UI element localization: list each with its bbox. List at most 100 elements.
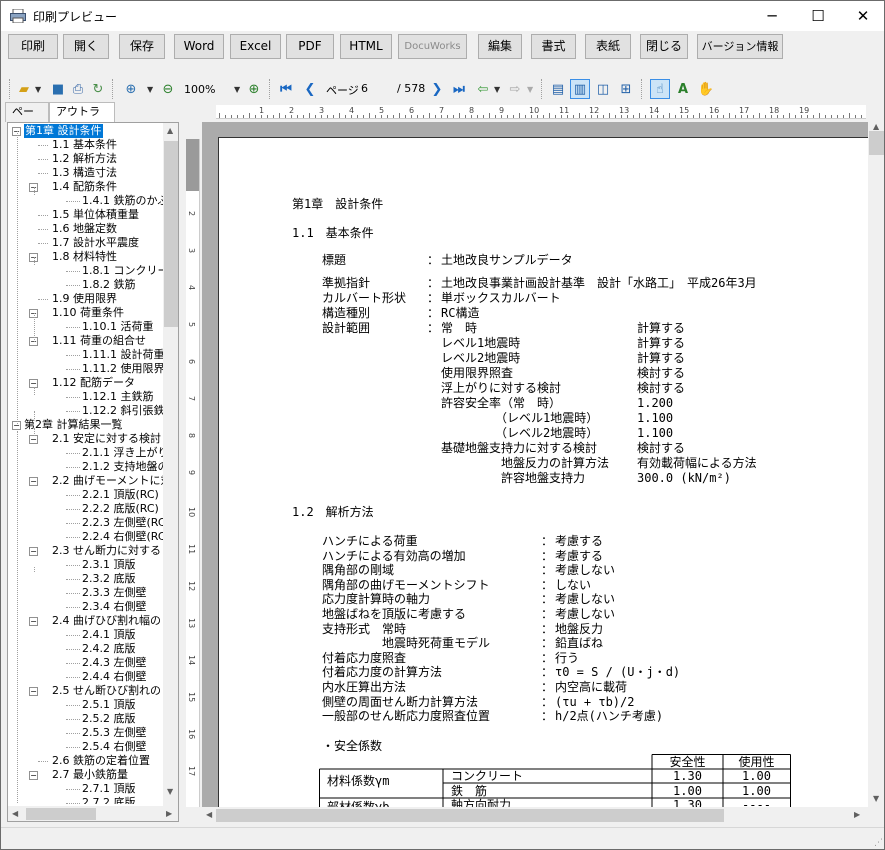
- outline-item[interactable]: 1.8.1 コンクリート: [82, 264, 163, 278]
- tab-page[interactable]: ページ: [5, 102, 49, 136]
- outline-vertical-scrollbar[interactable]: ▲ ▼: [163, 123, 178, 806]
- outline-item[interactable]: 1.4 配筋条件: [52, 180, 117, 194]
- outline-item[interactable]: 1.5 単位体積重量: [52, 208, 139, 222]
- outline-item[interactable]: 2.7 最小鉄筋量: [52, 768, 128, 782]
- outline-item[interactable]: 1.11.1 設計荷重: [82, 348, 163, 362]
- outline-item[interactable]: 2.7.1 頂版: [82, 782, 136, 796]
- four-page-view-icon[interactable]: ⊞: [617, 80, 635, 98]
- zoom-plus-icon[interactable]: ⊕: [245, 80, 263, 98]
- print-icon[interactable]: ⎙: [69, 80, 87, 98]
- outline-item[interactable]: 2.3.2 底版: [82, 572, 136, 586]
- outline-item[interactable]: 2.3.3 左側壁: [82, 586, 147, 600]
- outline-item[interactable]: 1.3 構造寸法: [52, 166, 117, 180]
- outline-item[interactable]: 2.5 せん断ひび割れの: [52, 684, 161, 698]
- tab-outline[interactable]: アウトライン: [49, 102, 115, 136]
- document-horizontal-scrollbar[interactable]: ◀ ▶: [202, 807, 868, 824]
- outline-item[interactable]: 2.5.4 右側壁: [82, 740, 147, 754]
- outline-item[interactable]: 1.6 地盤定数: [52, 222, 117, 236]
- tree-toggle-icon[interactable]: −: [29, 771, 38, 780]
- outline-item[interactable]: 2.5.3 左側壁: [82, 726, 147, 740]
- outline-item[interactable]: 1.12 配筋データ: [52, 376, 135, 390]
- scroll-up-icon[interactable]: ▲: [167, 126, 173, 135]
- outline-item[interactable]: 1.1 基本条件: [52, 138, 117, 152]
- cover-button[interactable]: 表紙: [585, 34, 631, 59]
- scroll-down-icon[interactable]: ▼: [167, 787, 173, 796]
- outline-item[interactable]: 2.2.1 頂版(RC): [82, 488, 159, 502]
- close-window-button[interactable]: ✕: [840, 1, 884, 31]
- open-button[interactable]: 開く: [63, 34, 109, 59]
- outline-item[interactable]: 2.2.2 底版(RC): [82, 502, 159, 516]
- outline-item[interactable]: 2.7.2 底版: [82, 796, 136, 804]
- zoom-select[interactable]: 100%: [184, 83, 215, 96]
- outline-item[interactable]: 1.10 荷重条件: [52, 306, 124, 320]
- outline-item[interactable]: 1.11 荷重の組合せ: [52, 334, 146, 348]
- hand-tool-icon[interactable]: ✋: [697, 80, 715, 98]
- export-excel-button[interactable]: Excel: [230, 34, 281, 59]
- outline-item[interactable]: 1.9 使用限界: [52, 292, 117, 306]
- outline-item[interactable]: 2.3.4 右側壁: [82, 600, 147, 614]
- outline-item[interactable]: 1.10.1 活荷重: [82, 320, 153, 334]
- maximize-button[interactable]: ☐: [795, 1, 841, 31]
- document-vertical-scrollbar[interactable]: ▲ ▼: [868, 122, 884, 807]
- forward-arrow-icon[interactable]: ⇨: [506, 80, 524, 98]
- export-pdf-button[interactable]: PDF: [286, 34, 334, 59]
- outline-item[interactable]: 2.4.1 頂版: [82, 628, 136, 642]
- outline-item[interactable]: 2.4.3 左側壁: [82, 656, 147, 670]
- outline-item[interactable]: 1.8.2 鉄筋: [82, 278, 136, 292]
- outline-item[interactable]: 2.4 曲げひび割れ幅の: [52, 614, 161, 628]
- outline-item[interactable]: 第1章 設計条件: [24, 124, 103, 138]
- tree-toggle-icon[interactable]: −: [29, 617, 38, 626]
- back-arrow-icon[interactable]: ⇦: [474, 80, 492, 98]
- resize-grip-icon[interactable]: ⋰: [874, 838, 883, 848]
- minimize-button[interactable]: ─: [749, 1, 795, 31]
- scroll-left-icon[interactable]: ◀: [12, 809, 18, 818]
- outline-item[interactable]: 2.1 安定に対する検討: [52, 432, 161, 446]
- outline-item[interactable]: 1.12.2 斜引張鉄: [82, 404, 163, 418]
- document-viewport[interactable]: 第1章 設計条件 1.1 基本条件 1.2 解析方法 ・安全係数 安全性 使用性材…: [202, 122, 868, 807]
- print-button[interactable]: 印刷: [8, 34, 58, 59]
- document-hscroll-thumb[interactable]: [216, 809, 724, 822]
- last-page-icon[interactable]: ⏭: [450, 80, 468, 98]
- outline-item[interactable]: 1.2 解析方法: [52, 152, 117, 166]
- outline-item[interactable]: 2.5.1 頂版: [82, 698, 136, 712]
- export-docuworks-button[interactable]: DocuWorks: [398, 34, 467, 59]
- tree-toggle-icon[interactable]: −: [29, 477, 38, 486]
- outline-item[interactable]: 1.12.1 主鉄筋: [82, 390, 153, 404]
- scroll-right-icon[interactable]: ▶: [166, 809, 172, 818]
- doc-scroll-left-icon[interactable]: ◀: [206, 810, 212, 819]
- outline-horizontal-scrollbar[interactable]: ◀ ▶: [8, 806, 178, 821]
- two-page-view-icon[interactable]: ◫: [594, 80, 612, 98]
- single-page-view-icon[interactable]: ▤: [549, 80, 567, 98]
- page-number-input[interactable]: 6: [361, 82, 401, 95]
- edit-button[interactable]: 編集: [478, 34, 522, 59]
- outline-item[interactable]: 2.3 せん断力に対する: [52, 544, 161, 558]
- save-button[interactable]: 保存: [119, 34, 165, 59]
- outline-item[interactable]: 2.2.3 左側壁(RC): [82, 516, 163, 530]
- outline-scroll-thumb[interactable]: [164, 141, 178, 327]
- tree-toggle-icon[interactable]: −: [29, 547, 38, 556]
- previous-page-icon[interactable]: ❮: [301, 80, 319, 98]
- version-info-button[interactable]: バージョン情報: [697, 34, 783, 59]
- tree-toggle-icon[interactable]: −: [29, 687, 38, 696]
- outline-item[interactable]: 1.7 設計水平震度: [52, 236, 139, 250]
- doc-scroll-right-icon[interactable]: ▶: [854, 810, 860, 819]
- export-html-button[interactable]: HTML: [340, 34, 392, 59]
- outline-item[interactable]: 2.4.4 右側壁: [82, 670, 147, 684]
- format-button[interactable]: 書式: [531, 34, 576, 59]
- export-word-button[interactable]: Word: [174, 34, 224, 59]
- outline-item[interactable]: 第2章 計算結果一覧: [24, 418, 123, 432]
- outline-item[interactable]: 1.8 材料特性: [52, 250, 117, 264]
- doc-scroll-down-icon[interactable]: ▼: [873, 794, 879, 803]
- outline-item[interactable]: 2.3.1 頂版: [82, 558, 136, 572]
- outline-item[interactable]: 2.6 鉄筋の定着位置: [52, 754, 150, 768]
- zoom-out-icon[interactable]: ⊖: [159, 80, 177, 98]
- continuous-view-icon[interactable]: ▥: [570, 79, 590, 99]
- outline-item[interactable]: 2.1.2 支持地盤の: [82, 460, 163, 474]
- document-vscroll-thumb[interactable]: [869, 131, 884, 155]
- open-folder-icon[interactable]: ▰: [15, 80, 33, 98]
- outline-item[interactable]: 2.2 曲げモーメントに対す: [52, 474, 163, 488]
- tree-toggle-icon[interactable]: −: [29, 435, 38, 444]
- outline-item[interactable]: 1.4.1 鉄筋のかぶ: [82, 194, 163, 208]
- refresh-icon[interactable]: ↻: [89, 80, 107, 98]
- outline-item[interactable]: 2.1.1 浮き上がりに: [82, 446, 163, 460]
